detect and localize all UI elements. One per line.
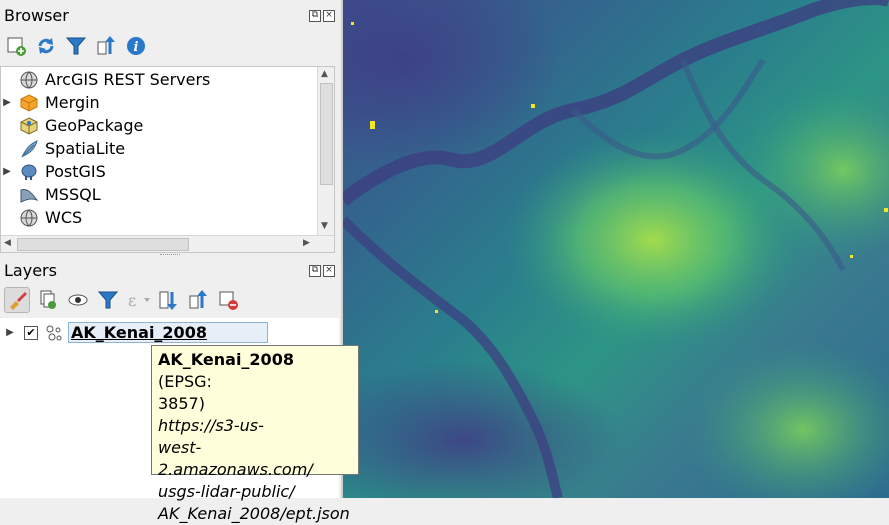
info-button[interactable]: i (124, 34, 148, 58)
layer-visibility-checkbox[interactable]: ✔ (24, 325, 38, 340)
filter-icon (65, 37, 87, 55)
filter-legend-button[interactable] (96, 288, 120, 312)
expand-all-icon (159, 291, 177, 310)
layers-toolbar: ε (4, 287, 240, 313)
layers-dock-buttons: ⧉ × (309, 265, 335, 277)
close-panel-button[interactable]: × (323, 10, 335, 22)
layer-row[interactable]: ▶ ✔ AK_Kenai_2008 (4, 321, 268, 344)
tooltip-url-line: https://s3-us- (158, 416, 264, 435)
browser-item-mergin[interactable]: ▶ Mergin (1, 91, 100, 114)
add-selected-layers-button[interactable] (4, 34, 28, 58)
tooltip-url-line: AK_Kenai_2008/ept.json (158, 504, 350, 523)
raster-highlight-pixel (370, 121, 375, 129)
scroll-up-icon[interactable]: ▲ (321, 69, 328, 79)
collapse-all-button[interactable] (94, 34, 118, 58)
svg-text:ε: ε (128, 291, 136, 310)
tooltip-crs-part-2: 3857) (158, 394, 205, 413)
map-canvas[interactable] (343, 0, 889, 498)
scroll-left-icon[interactable]: ◀ (4, 238, 11, 248)
collapse-all-icon (97, 36, 115, 55)
raster-layer (343, 0, 889, 498)
mssql-icon (19, 185, 39, 205)
tooltip-url-line: west-2.amazonaws.com/ (158, 438, 313, 479)
layer-name-label[interactable]: AK_Kenai_2008 (68, 322, 268, 343)
browser-item-label: SpatiaLite (45, 139, 126, 158)
point-cloud-icon (44, 323, 64, 343)
info-icon: i (127, 37, 145, 55)
expand-arrow-icon[interactable]: ▶ (4, 327, 16, 338)
expand-arrow-icon[interactable]: ▶ (1, 166, 13, 177)
scroll-right-icon[interactable]: ▶ (303, 238, 310, 248)
raster-highlight-pixel (435, 310, 438, 313)
float-panel-button[interactable]: ⧉ (309, 265, 321, 277)
svg-text:i: i (134, 40, 139, 55)
scroll-thumb[interactable] (320, 83, 333, 185)
globe-icon (19, 70, 39, 90)
filter-expression-button: ε (126, 288, 150, 312)
browser-tree: ArcGIS REST Servers ▶ Mergin GeoPackage … (0, 66, 335, 253)
scroll-thumb[interactable] (17, 238, 189, 251)
browser-item-geopackage[interactable]: GeoPackage (1, 114, 143, 137)
remove-layer-button[interactable] (216, 288, 240, 312)
globe-icon (19, 208, 39, 228)
browser-item-label: GeoPackage (45, 116, 144, 135)
tooltip-source-url: https://s3-us- west-2.amazonaws.com/ usg… (158, 415, 352, 525)
raster-highlight-pixel (850, 255, 853, 258)
expand-all-button[interactable] (156, 288, 180, 312)
browser-horizontal-scrollbar[interactable]: ◀ ▶ (1, 235, 334, 252)
tooltip-url-line: usgs-lidar-public/ (158, 482, 295, 501)
browser-item-label: ArcGIS REST Servers (45, 70, 211, 89)
style-dock-button[interactable] (4, 287, 30, 313)
close-panel-button[interactable]: × (323, 265, 335, 277)
collapse-all-icon (189, 290, 207, 309)
refresh-button[interactable] (34, 34, 58, 58)
mergin-cube-icon (19, 93, 39, 113)
layers-panel-title: Layers (4, 261, 57, 280)
paintbrush-icon (10, 292, 27, 310)
remove-layer-icon (219, 291, 238, 310)
browser-item-spatialite[interactable]: SpatiaLite (1, 137, 125, 160)
raster-highlight-pixel (351, 22, 354, 25)
add-group-button[interactable] (36, 288, 60, 312)
manage-visibility-button[interactable] (66, 288, 90, 312)
scroll-down-icon[interactable]: ▼ (321, 221, 328, 231)
collapse-all-layers-button[interactable] (186, 288, 210, 312)
expand-arrow-icon[interactable]: ▶ (1, 97, 13, 108)
tooltip-line-1: AK_Kenai_2008 (EPSG: (158, 349, 352, 393)
raster-highlight-pixel (884, 208, 888, 212)
browser-item-label: PostGIS (45, 162, 106, 181)
browser-dock-buttons: ⧉ × (309, 10, 335, 22)
expression-icon: ε (128, 291, 150, 310)
browser-item-postgis[interactable]: ▶ PostGIS (1, 160, 106, 183)
feather-icon (19, 139, 39, 159)
browser-item-wcs[interactable]: WCS (1, 206, 82, 229)
layer-tooltip: AK_Kenai_2008 (EPSG: 3857) https://s3-us… (151, 345, 359, 523)
tooltip-layer-name: AK_Kenai_2008 (158, 350, 294, 369)
browser-item-label: WCS (45, 208, 83, 227)
browser-vertical-scrollbar[interactable]: ▲ ▼ (317, 67, 334, 235)
eye-icon (68, 294, 88, 306)
refresh-icon (38, 38, 54, 54)
add-group-icon (40, 290, 56, 309)
float-panel-button[interactable]: ⧉ (309, 10, 321, 22)
browser-toolbar: i (4, 34, 148, 58)
filter-icon (97, 291, 119, 309)
elephant-icon (19, 162, 39, 182)
browser-item-label: MSSQL (45, 185, 101, 204)
geopackage-icon (19, 116, 39, 136)
browser-item-label: Mergin (45, 93, 100, 112)
raster-highlight-pixel (531, 104, 535, 108)
filter-button[interactable] (64, 34, 88, 58)
tooltip-crs-part-1: (EPSG: (158, 372, 212, 391)
add-selected-layers-icon (7, 37, 26, 56)
browser-panel-title: Browser (4, 6, 69, 25)
panel-splitter-handle[interactable] (160, 254, 180, 259)
browser-item-mssql[interactable]: MSSQL (1, 183, 101, 206)
browser-item-arcgis[interactable]: ArcGIS REST Servers (1, 68, 210, 91)
